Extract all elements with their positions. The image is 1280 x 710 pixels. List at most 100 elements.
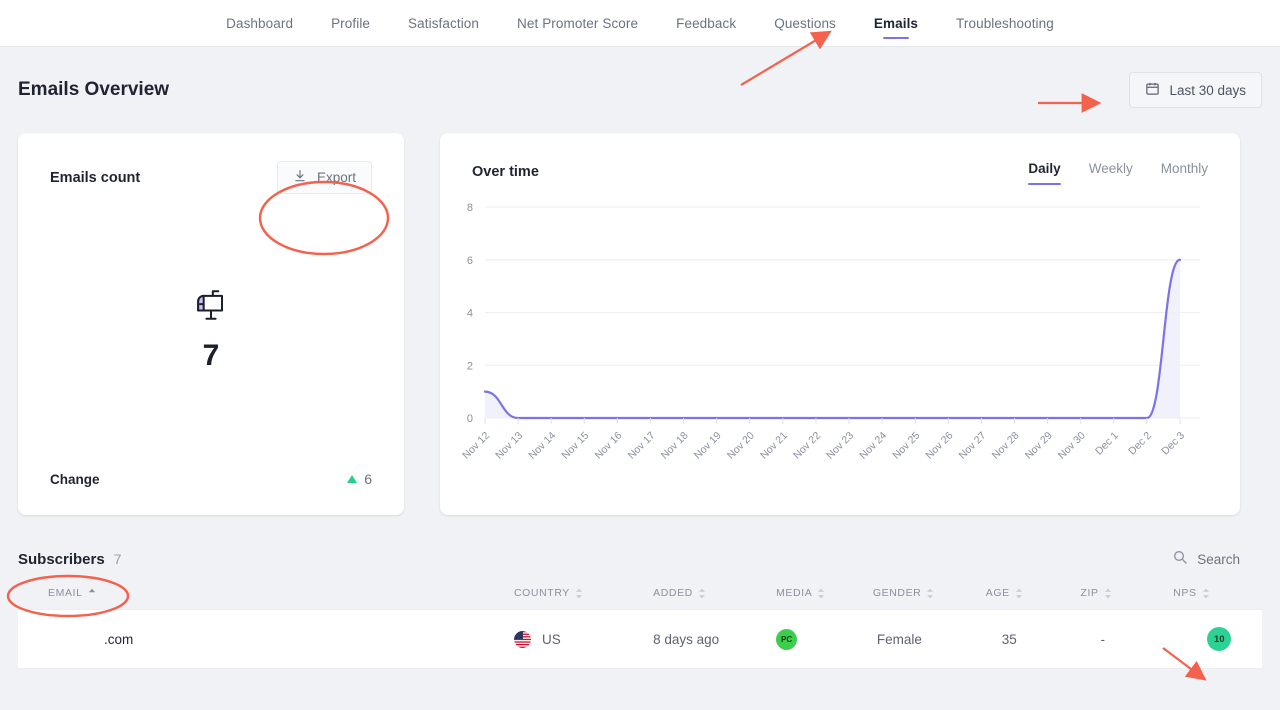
nav-item-net-promoter-score[interactable]: Net Promoter Score	[498, 0, 657, 47]
emails-count-metric: 7	[18, 283, 404, 373]
subscribers-count: 7	[113, 550, 122, 567]
svg-text:Nov 14: Nov 14	[526, 430, 558, 462]
tab-weekly[interactable]: Weekly	[1089, 161, 1133, 183]
chart-granularity-tabs: Daily Weekly Monthly	[1028, 161, 1208, 185]
export-button[interactable]: Export	[276, 161, 372, 194]
change-row: Change 6	[50, 471, 372, 487]
chart-svg: 02468Nov 12 Nov 13 Nov 14 Nov 15 Nov 16 Nov 1…	[460, 202, 1200, 462]
search-icon	[1172, 549, 1188, 570]
column-label-media: MEDIA	[776, 587, 813, 599]
svg-text:0: 0	[467, 413, 473, 425]
over-time-card-header: Over time Daily Weekly Monthly	[440, 133, 1240, 185]
emails-count-card-header: Emails count Export	[18, 133, 404, 194]
column-header-age[interactable]: AGE	[986, 587, 1081, 610]
column-header-added[interactable]: ADDED	[653, 587, 776, 610]
column-header-gender[interactable]: GENDER	[873, 587, 986, 610]
svg-text:Nov 29: Nov 29	[1023, 430, 1055, 462]
svg-text:Dec 3: Dec 3	[1159, 430, 1187, 458]
svg-text:Nov 23: Nov 23	[824, 430, 856, 462]
sort-icon	[818, 588, 825, 598]
change-label: Change	[50, 471, 100, 487]
nav-item-feedback[interactable]: Feedback	[657, 0, 755, 47]
nav-item-emails[interactable]: Emails	[855, 0, 937, 47]
nav-item-questions[interactable]: Questions	[755, 0, 855, 47]
column-label-added: ADDED	[653, 587, 693, 599]
svg-text:Nov 30: Nov 30	[1056, 430, 1088, 462]
table-header-row: EMAIL COUNTRY ADDED MEDIA GENDER AGE ZIP…	[18, 587, 1262, 610]
download-icon	[293, 169, 307, 186]
sort-icon	[1202, 588, 1209, 598]
column-header-nps[interactable]: NPS	[1173, 587, 1262, 610]
column-label-email: EMAIL	[48, 587, 83, 599]
nav-item-dashboard[interactable]: Dashboard	[207, 0, 312, 47]
triangle-up-icon	[347, 475, 358, 483]
sort-icon	[1015, 588, 1022, 598]
column-header-zip[interactable]: ZIP	[1081, 587, 1174, 610]
svg-text:Nov 26: Nov 26	[923, 430, 955, 462]
cell-media: PC	[776, 610, 873, 669]
column-header-email[interactable]: EMAIL	[18, 587, 514, 610]
over-time-title: Over time	[472, 164, 539, 180]
svg-text:Nov 20: Nov 20	[725, 430, 757, 462]
sort-asc-icon	[88, 588, 95, 593]
page-root: Dashboard Profile Satisfaction Net Promo…	[0, 0, 1280, 710]
subscribers-table-body: .com US 8 days ago PC Female 35 - 10	[18, 609, 1262, 669]
column-label-zip: ZIP	[1080, 587, 1099, 599]
sort-icon	[698, 588, 705, 598]
cell-added: 8 days ago	[653, 631, 720, 647]
svg-text:Dec 1: Dec 1	[1093, 430, 1121, 458]
svg-text:Nov 13: Nov 13	[493, 430, 525, 462]
over-time-card: Over time Daily Weekly Monthly 0 2 4 6 8 Nov …	[440, 133, 1240, 515]
cell-email: .com	[104, 631, 134, 647]
column-label-nps: NPS	[1173, 587, 1197, 599]
cards-row: Emails count Export 7 Change 6 Over time…	[0, 133, 1280, 515]
table-row[interactable]: .com US 8 days ago PC Female 35 - 10	[18, 609, 1262, 669]
svg-text:Nov 19: Nov 19	[692, 430, 724, 462]
tab-monthly[interactable]: Monthly	[1161, 161, 1208, 183]
cell-nps: 10	[1173, 610, 1262, 669]
search-button[interactable]: Search	[1172, 549, 1262, 570]
subscribers-title-group: Subscribers 7	[18, 551, 122, 568]
date-range-filter-button[interactable]: Last 30 days	[1129, 72, 1262, 108]
tab-daily[interactable]: Daily	[1028, 161, 1061, 185]
export-label: Export	[316, 170, 356, 185]
change-value-group: 6	[347, 471, 372, 487]
cell-country: US	[513, 610, 653, 669]
page-title: Emails Overview	[18, 79, 170, 100]
date-range-label: Last 30 days	[1169, 82, 1246, 98]
svg-text:Nov 24: Nov 24	[857, 430, 889, 462]
svg-text:Nov 21: Nov 21	[758, 430, 790, 462]
svg-text:Nov 16: Nov 16	[592, 430, 624, 462]
svg-text:Nov 15: Nov 15	[559, 430, 591, 462]
over-time-chart: 0 2 4 6 8 Nov 12 Nov 13 Nov 14 Nov 15 Nov 16 Nov 1…	[440, 193, 1240, 513]
subscribers-header: Subscribers 7 Search	[0, 531, 1280, 587]
calendar-icon	[1145, 81, 1160, 99]
column-label-gender: GENDER	[872, 587, 922, 599]
nav-item-profile[interactable]: Profile	[312, 0, 389, 47]
subscribers-table-head: EMAIL COUNTRY ADDED MEDIA GENDER AGE ZIP…	[18, 587, 1262, 610]
subscribers-title: Subscribers	[18, 550, 105, 568]
svg-text:Nov 12: Nov 12	[460, 430, 492, 462]
nps-badge: 10	[1207, 627, 1232, 651]
emails-count-title: Emails count	[50, 169, 141, 186]
svg-text:Nov 27: Nov 27	[957, 430, 989, 462]
svg-text:4: 4	[467, 308, 473, 320]
nav-item-troubleshooting[interactable]: Troubleshooting	[937, 0, 1073, 47]
svg-text:Nov 18: Nov 18	[659, 430, 691, 462]
emails-count-value: 7	[202, 339, 220, 372]
column-header-country[interactable]: COUNTRY	[514, 587, 653, 610]
us-flag-icon	[513, 630, 531, 648]
emails-count-card: Emails count Export 7 Change 6	[18, 133, 404, 515]
nav-item-satisfaction[interactable]: Satisfaction	[389, 0, 498, 47]
svg-text:8: 8	[467, 202, 473, 214]
sort-icon	[927, 588, 934, 598]
cell-country-label: US	[541, 631, 561, 647]
svg-text:2: 2	[467, 360, 473, 372]
column-header-media[interactable]: MEDIA	[776, 587, 873, 610]
svg-text:Nov 22: Nov 22	[791, 430, 823, 462]
svg-text:Dec 2: Dec 2	[1126, 430, 1154, 458]
change-value: 6	[364, 471, 372, 487]
page-header: Emails Overview Last 30 days	[0, 47, 1280, 133]
sort-icon	[575, 588, 582, 598]
search-label: Search	[1197, 551, 1240, 567]
